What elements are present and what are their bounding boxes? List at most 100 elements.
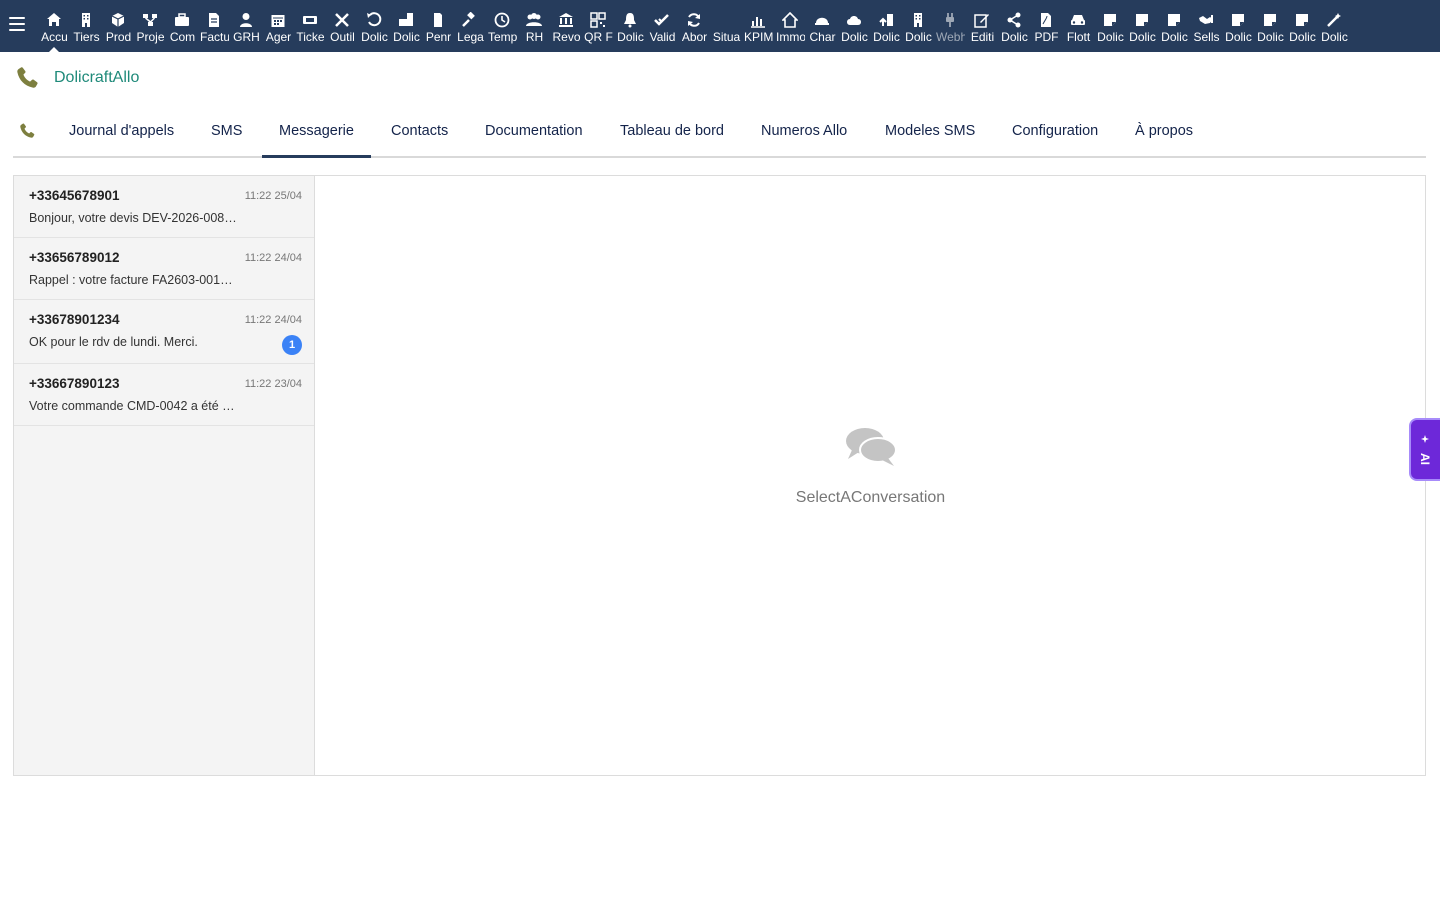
module-menu-item[interactable]: Valid bbox=[646, 0, 678, 52]
module-menu-item[interactable]: Prod bbox=[102, 0, 134, 52]
module-menu-label: PDF bbox=[1034, 30, 1059, 44]
tab-journal-appels[interactable]: Journal d'appels bbox=[69, 106, 174, 158]
module-menu-item[interactable]: Situa bbox=[710, 0, 742, 52]
conversation-number: +33656789012 bbox=[29, 250, 120, 265]
conversation-item[interactable]: +33656789012 11:22 24/04 Rappel : votre … bbox=[14, 238, 314, 300]
tab-sms[interactable]: SMS bbox=[211, 106, 242, 158]
tab-messagerie[interactable]: Messagerie bbox=[262, 106, 371, 158]
conversation-item[interactable]: +33645678901 11:22 25/04 Bonjour, votre … bbox=[14, 176, 314, 238]
module-menu-item[interactable]: Dolic bbox=[1254, 0, 1286, 52]
module-menu-label: Dolic bbox=[1257, 30, 1284, 44]
module-menu-item[interactable]: Dolic bbox=[1286, 0, 1318, 52]
module-menu-item[interactable]: Proje bbox=[134, 0, 166, 52]
tab-a-propos[interactable]: À propos bbox=[1135, 106, 1193, 158]
module-menu-item[interactable]: Char bbox=[806, 0, 838, 52]
module-menu-item[interactable]: Ager bbox=[262, 0, 294, 52]
module-menu-item[interactable]: Dolic bbox=[390, 0, 422, 52]
module-menu-item[interactable]: Dolic bbox=[870, 0, 902, 52]
module-menu-label: Abor bbox=[681, 30, 708, 44]
module-menu-item[interactable]: Factu bbox=[198, 0, 230, 52]
module-menu-item[interactable]: RH bbox=[518, 0, 550, 52]
module-menu-item[interactable]: Revo bbox=[550, 0, 582, 52]
module-menu-item[interactable]: Penr bbox=[422, 0, 454, 52]
module-menu-label: Dolic bbox=[1001, 30, 1028, 44]
module-menu-item[interactable]: Tiers bbox=[70, 0, 102, 52]
module-menu-item[interactable]: Ticke bbox=[294, 0, 326, 52]
note-icon bbox=[1126, 11, 1158, 28]
helmet-icon bbox=[806, 11, 838, 28]
empty-state-text: SelectAConversation bbox=[795, 489, 946, 506]
module-menu-item[interactable]: Sells bbox=[1190, 0, 1222, 52]
module-menu-item[interactable]: Dolic bbox=[838, 0, 870, 52]
conversation-item[interactable]: +33667890123 11:22 23/04 Votre commande … bbox=[14, 364, 314, 426]
module-menu-item[interactable]: Dolic bbox=[1158, 0, 1190, 52]
sitemap-icon bbox=[134, 11, 166, 28]
clock-icon bbox=[486, 11, 518, 28]
module-menu-item[interactable]: Outil bbox=[326, 0, 358, 52]
module-menu: Accu Tiers Prod Proje Com Factu GRH Ager Ticke Ou… bbox=[38, 0, 1350, 52]
bar-chart-icon bbox=[742, 11, 774, 28]
module-menu-label: Situa bbox=[712, 30, 741, 44]
module-menu-item[interactable]: Accu bbox=[38, 0, 70, 52]
module-menu-item[interactable]: Dolic bbox=[1126, 0, 1158, 52]
plug-icon bbox=[934, 11, 966, 28]
ai-assistant-tab[interactable]: AI bbox=[1409, 418, 1440, 481]
module-menu-item[interactable]: Dolic bbox=[614, 0, 646, 52]
tab-configuration[interactable]: Configuration bbox=[1012, 106, 1098, 158]
module-menu-item[interactable]: Dolic bbox=[358, 0, 390, 52]
tab-modeles-sms[interactable]: Modeles SMS bbox=[885, 106, 975, 158]
module-menu-item[interactable]: Webh bbox=[934, 0, 966, 52]
conversation-item[interactable]: +33678901234 11:22 24/04 OK pour le rdv … bbox=[14, 300, 314, 364]
tab-contacts[interactable]: Contacts bbox=[391, 106, 448, 158]
module-menu-item[interactable]: QR F bbox=[582, 0, 614, 52]
tab-numeros-allo[interactable]: Numeros Allo bbox=[761, 106, 847, 158]
module-menu-label: Revo bbox=[552, 30, 581, 44]
module-menu-item[interactable]: Dolic bbox=[902, 0, 934, 52]
module-menu-label: Temp bbox=[488, 30, 517, 44]
car-icon bbox=[1062, 11, 1094, 28]
module-menu-item[interactable]: Flott bbox=[1062, 0, 1094, 52]
module-menu-item[interactable]: Temp bbox=[486, 0, 518, 52]
tab-tableau-de-bord[interactable]: Tableau de bord bbox=[620, 106, 724, 158]
module-menu-item[interactable]: Dolic bbox=[998, 0, 1030, 52]
module-menu-item[interactable]: Dolic bbox=[1318, 0, 1350, 52]
menu-hamburger-icon[interactable] bbox=[9, 17, 25, 33]
module-menu-item[interactable]: Dolic bbox=[1222, 0, 1254, 52]
module-menu-item[interactable]: Com bbox=[166, 0, 198, 52]
conversation-number: +33645678901 bbox=[29, 188, 120, 203]
module-menu-item[interactable]: Abor bbox=[678, 0, 710, 52]
check-double-icon bbox=[646, 11, 678, 28]
house-icon bbox=[774, 11, 806, 28]
module-menu-label: Char bbox=[809, 30, 836, 44]
conversation-time: 11:22 23/04 bbox=[244, 378, 302, 390]
module-menu-item[interactable]: Dolic bbox=[1094, 0, 1126, 52]
module-menu-item[interactable]: Lega bbox=[454, 0, 486, 52]
phone-tab-icon[interactable] bbox=[18, 122, 36, 140]
module-menu-label: Prod bbox=[105, 30, 132, 44]
module-menu-label: Dolic bbox=[1225, 30, 1252, 44]
users-icon bbox=[518, 11, 550, 28]
bell-icon bbox=[614, 11, 646, 28]
conversation-number: +33678901234 bbox=[29, 312, 120, 327]
module-menu-label: Dolic bbox=[1289, 30, 1316, 44]
conversation-time: 11:22 25/04 bbox=[244, 190, 302, 202]
module-menu-item[interactable]: Editi bbox=[966, 0, 998, 52]
cube-icon bbox=[102, 11, 134, 28]
module-menu-label: Ager bbox=[265, 30, 292, 44]
module-menu-item[interactable]: PDF bbox=[1030, 0, 1062, 52]
conversation-empty-state: SelectAConversation bbox=[316, 176, 1425, 775]
app-title[interactable]: DolicraftAllo bbox=[54, 65, 139, 91]
qrcode-icon bbox=[582, 11, 614, 28]
ai-tab-label: AI bbox=[1418, 453, 1432, 465]
module-menu-label: Proje bbox=[136, 30, 165, 44]
module-menu-item[interactable]: KPIM bbox=[742, 0, 774, 52]
module-menu-item[interactable]: Immo bbox=[774, 0, 806, 52]
module-menu-label: Dolic bbox=[1097, 30, 1124, 44]
conversation-preview: Rappel : votre facture FA2603-0012 arriv… bbox=[29, 273, 239, 287]
tab-documentation[interactable]: Documentation bbox=[485, 106, 583, 158]
module-menu-label: Dolic bbox=[841, 30, 868, 44]
module-menu-item[interactable]: GRH bbox=[230, 0, 262, 52]
tools-icon bbox=[326, 11, 358, 28]
note-icon bbox=[1254, 11, 1286, 28]
note-icon bbox=[1158, 11, 1190, 28]
